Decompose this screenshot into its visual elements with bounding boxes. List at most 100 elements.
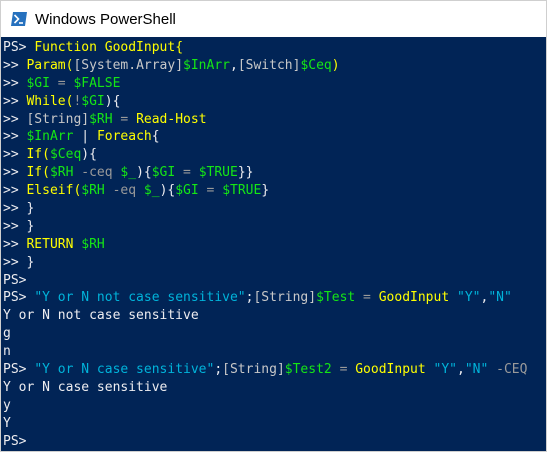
console-token: ){ bbox=[136, 165, 152, 181]
console-token: GoodInput bbox=[378, 290, 450, 306]
console-token: While( bbox=[26, 93, 74, 109]
console-line: PS> bbox=[3, 272, 546, 290]
console-token: } bbox=[261, 183, 270, 199]
console-token: $RH bbox=[81, 183, 105, 199]
console-line: PS> "Y or N not case sensitive";[String]… bbox=[3, 289, 546, 307]
console-token: >> bbox=[3, 57, 27, 73]
console-token: -CEQ bbox=[488, 362, 528, 378]
console-token: >> bbox=[3, 75, 27, 91]
console-line: Y or N case sensitive bbox=[3, 379, 546, 397]
console-token: $RH bbox=[81, 236, 105, 252]
console-token: $GI bbox=[26, 75, 50, 91]
console-token: $Ceq bbox=[49, 147, 82, 163]
console-token: >> bbox=[3, 236, 27, 252]
console-line: Y bbox=[3, 415, 546, 433]
console-token: [Switch] bbox=[237, 57, 301, 73]
console-line: >> $GI = $FALSE bbox=[3, 75, 546, 93]
console-token: , bbox=[230, 57, 238, 73]
console-token: >> bbox=[3, 93, 27, 109]
console-token: Y or N case sensitive bbox=[3, 379, 168, 395]
console-token: ) bbox=[331, 57, 340, 73]
console-token: $_ bbox=[143, 183, 160, 199]
console-token: "Y or N not case sensitive" bbox=[34, 290, 246, 306]
console-token: Param( bbox=[26, 57, 74, 73]
console-token: g bbox=[3, 326, 11, 342]
console-token: $Test bbox=[316, 290, 356, 306]
console-token: If( bbox=[26, 147, 50, 163]
console-token: Y bbox=[3, 415, 11, 431]
console-token: Y or N not case sensitive bbox=[3, 308, 199, 324]
console-token: = bbox=[112, 111, 137, 127]
console-token: Elseif( bbox=[26, 183, 82, 199]
console-token: }} bbox=[237, 165, 254, 181]
console-token: >> bbox=[3, 147, 27, 163]
console-line: n bbox=[3, 343, 546, 361]
console-line: Y or N not case sensitive bbox=[3, 307, 546, 325]
console-token: >> bbox=[3, 111, 27, 127]
powershell-window: Windows PowerShell PS> Function GoodInpu… bbox=[0, 0, 547, 452]
console-token: >> } bbox=[3, 218, 35, 234]
console-line: PS> "Y or N case sensitive";[String]$Tes… bbox=[3, 361, 546, 379]
console-token: -eq bbox=[104, 183, 144, 199]
console-token: PS> bbox=[3, 40, 35, 55]
console-token: "N" bbox=[488, 290, 512, 306]
console-token: y bbox=[3, 397, 11, 413]
console-token: $RH bbox=[49, 165, 74, 181]
console-line: >> } bbox=[3, 254, 546, 272]
console-token: $Ceq bbox=[300, 57, 332, 73]
console-token: "N" bbox=[464, 362, 489, 378]
console-token: = bbox=[49, 75, 74, 91]
console-token: RETURN bbox=[26, 236, 82, 252]
console-token: Read-Host bbox=[136, 111, 207, 127]
console-token: [String] bbox=[253, 290, 317, 306]
title-bar[interactable]: Windows PowerShell bbox=[1, 1, 546, 37]
console-token: "Y or N case sensitive" bbox=[34, 362, 215, 378]
console-token: ){ bbox=[81, 147, 97, 163]
console-token: -ceq bbox=[73, 165, 121, 181]
console-output[interactable]: PS> Function GoodInput{>> Param([System.… bbox=[1, 37, 546, 451]
console-line: >> Param([System.Array]$InArr,[Switch]$C… bbox=[3, 57, 546, 75]
console-token: $InArr bbox=[26, 129, 74, 145]
console-line: >> While(!$GI){ bbox=[3, 93, 546, 111]
console-token: $GI bbox=[81, 93, 105, 109]
console-line: g bbox=[3, 325, 546, 343]
console-token: | bbox=[73, 129, 97, 145]
console-line: >> RETURN $RH bbox=[3, 236, 546, 254]
console-token: $GI bbox=[151, 165, 176, 181]
console-token: PS> bbox=[3, 362, 35, 378]
window-title: Windows PowerShell bbox=[35, 10, 176, 28]
console-line: >> Elseif($RH -eq $_){$GI = $TRUE} bbox=[3, 182, 546, 200]
console-token: ; bbox=[214, 362, 223, 378]
console-line: >> If($Ceq){ bbox=[3, 146, 546, 164]
powershell-icon bbox=[11, 12, 27, 26]
console-token: $_ bbox=[120, 165, 137, 181]
console-token: $Test2 bbox=[284, 362, 332, 378]
console-line: PS> Function GoodInput{ bbox=[3, 39, 546, 57]
console-token: $RH bbox=[89, 111, 113, 127]
console-token: = bbox=[331, 362, 356, 378]
console-token: PS> bbox=[3, 272, 27, 288]
console-line: y bbox=[3, 397, 546, 415]
console-token: GoodInput bbox=[355, 362, 426, 378]
console-token: $TRUE bbox=[198, 165, 238, 181]
console-token: [System.Array] bbox=[73, 57, 184, 73]
console-token: >> } bbox=[3, 254, 35, 270]
console-token: Function GoodInput{ bbox=[34, 40, 184, 55]
console-line: >> $InArr | Foreach{ bbox=[3, 128, 546, 146]
console-token: ){ bbox=[104, 93, 121, 109]
console-token: $FALSE bbox=[73, 75, 121, 91]
console-token: >> } bbox=[3, 201, 35, 217]
console-token: Foreach bbox=[96, 129, 152, 145]
console-token: = bbox=[198, 183, 223, 199]
console-token: , bbox=[457, 362, 465, 378]
console-token: >> bbox=[3, 129, 27, 145]
console-token: $TRUE bbox=[222, 183, 262, 199]
console-token: $InArr bbox=[183, 57, 230, 73]
console-line: >> [String]$RH = Read-Host bbox=[3, 111, 546, 129]
console-line: >> } bbox=[3, 200, 546, 218]
console-token: ){ bbox=[159, 183, 176, 199]
console-token: If( bbox=[26, 165, 50, 181]
console-token: "Y" bbox=[449, 290, 481, 306]
console-token: [String] bbox=[222, 362, 285, 378]
console-token: = bbox=[175, 165, 199, 181]
